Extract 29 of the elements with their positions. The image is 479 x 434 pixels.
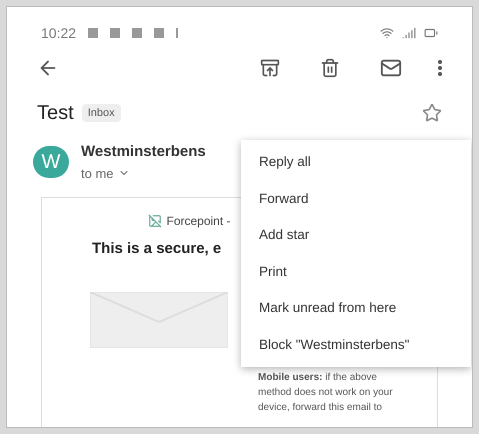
sender-avatar: W — [33, 146, 69, 178]
menu-item[interactable]: Forward — [241, 180, 471, 217]
logo-alt-text: Forcepoint - — [166, 213, 231, 230]
battery-icon — [424, 26, 438, 40]
status-time: 10:22 — [41, 24, 76, 42]
menu-item[interactable]: Mark unread from here — [241, 290, 471, 326]
signal-icon — [402, 26, 416, 40]
mail-icon — [380, 57, 402, 79]
menu-item[interactable]: Block "Westminsterbens" — [241, 326, 471, 363]
mail-button[interactable] — [380, 57, 402, 79]
more-icon — [438, 60, 442, 76]
menu-item[interactable]: Add star — [241, 217, 471, 254]
recipient-toggle[interactable]: to me — [81, 164, 130, 183]
more-button[interactable] — [438, 60, 442, 76]
delete-button[interactable] — [320, 58, 340, 78]
email-heading: This is a secure, e — [92, 239, 222, 259]
trash-icon — [320, 58, 340, 78]
inbox-label: Inbox — [82, 104, 121, 122]
broken-image-icon — [148, 214, 162, 228]
mobile-note: Mobile users: if the above method does not work on your device, forward this email to — [258, 371, 394, 415]
star-icon — [422, 103, 442, 123]
menu-item[interactable]: Reply all — [241, 144, 471, 180]
archive-icon — [260, 58, 280, 78]
archive-button[interactable] — [260, 58, 280, 78]
star-button[interactable] — [422, 103, 442, 123]
sender-name: Westminsterbens — [81, 142, 206, 162]
subject-title: Test — [37, 101, 74, 126]
menu-item[interactable]: Print — [241, 254, 471, 290]
wifi-icon — [380, 26, 394, 40]
